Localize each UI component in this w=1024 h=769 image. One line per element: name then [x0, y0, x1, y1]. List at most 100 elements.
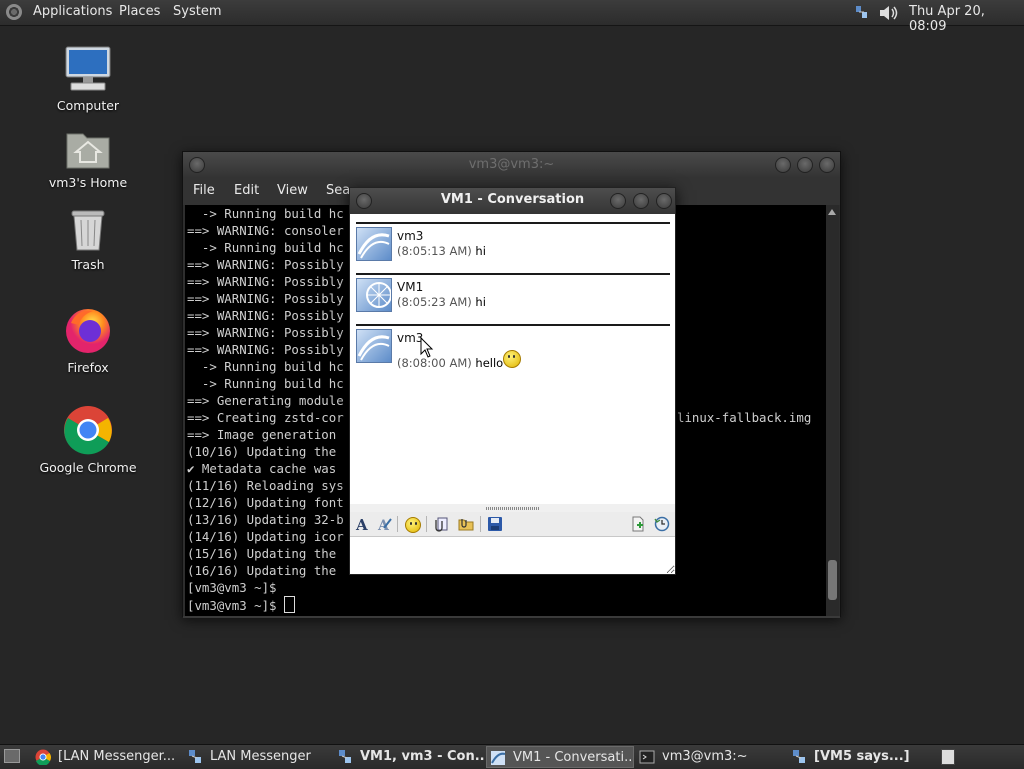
- terminal-line: -> Running build hc: [187, 359, 344, 374]
- menu-search[interactable]: Sea: [326, 183, 350, 198]
- show-desktop-icon[interactable]: [4, 749, 20, 763]
- history-icon[interactable]: [654, 516, 670, 532]
- svg-text:A: A: [377, 518, 390, 532]
- gnome-foot-icon[interactable]: [6, 4, 22, 20]
- desktop-icon-label: Google Chrome: [39, 460, 137, 475]
- terminal-line: (11/16) Reloading sys: [187, 478, 344, 493]
- home-folder-icon: [66, 133, 110, 169]
- terminal-line: (10/16) Updating the: [187, 444, 337, 459]
- taskbar: [LAN Messenger... LAN Messenger VM1, vm3…: [0, 744, 1024, 769]
- terminal-title: vm3@vm3:~: [468, 157, 555, 172]
- terminal-line: ==> WARNING: Possibly: [187, 291, 344, 306]
- message-input[interactable]: [350, 537, 675, 574]
- network-icon[interactable]: [855, 4, 869, 20]
- taskbar-item[interactable]: [VM5 says...]: [788, 746, 936, 768]
- smiley-emoticon-icon: [503, 350, 522, 368]
- terminal-line: (14/16) Updating icor: [187, 529, 344, 544]
- terminal-scrollbar[interactable]: [826, 205, 839, 616]
- conversation-window[interactable]: VM1 - Conversation vm3 (8:05:13 AM) hi V…: [349, 187, 676, 575]
- volume-icon[interactable]: [878, 4, 900, 22]
- chrome-icon: [64, 406, 112, 455]
- scrollbar-thumb[interactable]: [828, 560, 837, 600]
- clock[interactable]: Thu Apr 20, 08:09: [909, 4, 1024, 34]
- menu-edit[interactable]: Edit: [234, 183, 259, 198]
- terminal-line: ==> WARNING: Possibly: [187, 257, 344, 272]
- taskbar-item-label: VM1 - Conversati...: [513, 750, 634, 765]
- taskbar-item[interactable]: [LAN Messenger...: [32, 746, 182, 768]
- smiley-icon[interactable]: [405, 517, 421, 533]
- conversation-titlebar[interactable]: VM1 - Conversation: [350, 188, 675, 214]
- taskbar-item[interactable]: VM1, vm3 - Con...: [334, 746, 484, 768]
- font-color-icon[interactable]: A: [376, 516, 392, 532]
- maximize-button[interactable]: [797, 157, 813, 173]
- svg-text:A: A: [355, 516, 368, 532]
- desktop-trash[interactable]: Trash: [33, 208, 143, 272]
- input-splitter[interactable]: [350, 504, 675, 512]
- maximize-button[interactable]: [633, 193, 649, 209]
- terminal-line: -> Running build hc: [187, 376, 344, 391]
- terminal-line: -> Running build hc: [187, 206, 344, 221]
- taskbar-item[interactable]: LAN Messenger: [184, 746, 334, 768]
- message-time: (8:05:23 AM): [397, 295, 472, 309]
- close-button[interactable]: [819, 157, 835, 173]
- terminal-line: ==> WARNING: Possibly: [187, 274, 344, 289]
- terminal-line: ==> WARNING: Possibly: [187, 325, 344, 340]
- terminal-titlebar[interactable]: vm3@vm3:~: [183, 152, 840, 178]
- workspace-switcher[interactable]: [941, 749, 955, 765]
- font-icon[interactable]: A: [355, 516, 371, 532]
- desktop-computer[interactable]: Computer: [33, 45, 143, 113]
- close-button[interactable]: [656, 193, 672, 209]
- conversation-title: VM1 - Conversation: [440, 192, 585, 207]
- scroll-up-arrow-icon[interactable]: [828, 209, 836, 215]
- toolbar-separator: [480, 516, 481, 532]
- terminal-line-tail: linux-fallback.img: [677, 410, 812, 425]
- terminal-prompt: [vm3@vm3 ~]$: [187, 598, 284, 613]
- terminal-line: (12/16) Updating font: [187, 495, 344, 510]
- terminal-line: (13/16) Updating 32-b: [187, 512, 344, 527]
- terminal-line: ==> Creating zstd-cor: [187, 410, 344, 425]
- message: VM1 (8:05:23 AM) hi: [356, 273, 670, 323]
- avatar: [356, 329, 392, 363]
- window-bottom-border: [183, 616, 840, 618]
- menu-applications[interactable]: Applications: [33, 4, 112, 19]
- lan-messenger-icon: [793, 750, 805, 763]
- message: vm3 (8:05:13 AM) hi: [356, 222, 670, 272]
- attach-file-icon[interactable]: [433, 516, 449, 532]
- computer-icon: [65, 46, 111, 91]
- lan-messenger-icon: [491, 751, 506, 765]
- save-icon[interactable]: [487, 516, 503, 532]
- toolbar-separator: [397, 516, 398, 532]
- desktop-icon-label: vm3's Home: [48, 175, 128, 190]
- terminal-prompt-line: [vm3@vm3 ~]$: [187, 596, 295, 613]
- taskbar-item-active[interactable]: VM1 - Conversati...: [486, 746, 634, 768]
- terminal-icon: [639, 750, 655, 764]
- taskbar-item-label: VM1, vm3 - Con...: [360, 749, 484, 764]
- menu-places[interactable]: Places: [119, 4, 160, 19]
- message-text: hello: [475, 356, 504, 370]
- menu-system[interactable]: System: [173, 4, 221, 19]
- terminal-line: [vm3@vm3 ~]$: [187, 580, 277, 595]
- message-history[interactable]: vm3 (8:05:13 AM) hi VM1 (8:05:23 AM) hi …: [350, 214, 675, 504]
- taskbar-item-label: LAN Messenger: [210, 749, 311, 764]
- avatar: [356, 227, 392, 261]
- taskbar-item-label: [LAN Messenger...: [58, 749, 176, 764]
- menu-file[interactable]: File: [193, 183, 215, 198]
- minimize-button[interactable]: [775, 157, 791, 173]
- message-time: (8:08:00 AM): [397, 356, 472, 370]
- minimize-button[interactable]: [610, 193, 626, 209]
- firefox-icon: [66, 309, 110, 353]
- splitter-grip[interactable]: [486, 507, 540, 510]
- attach-folder-icon[interactable]: [458, 516, 474, 532]
- message: vm3 (8:08:00 AM) hello: [356, 324, 670, 374]
- desktop-home[interactable]: vm3's Home: [33, 128, 143, 190]
- terminal-line: ==> Image generation: [187, 427, 337, 442]
- desktop-icon-label: Computer: [56, 98, 120, 113]
- message-sender: vm3: [397, 229, 424, 243]
- taskbar-item[interactable]: vm3@vm3:~: [636, 746, 786, 768]
- desktop-firefox[interactable]: Firefox: [33, 305, 143, 375]
- file-transfer-icon[interactable]: [630, 516, 646, 532]
- desktop-chrome[interactable]: Google Chrome: [33, 405, 143, 475]
- menu-view[interactable]: View: [277, 183, 308, 198]
- toolbar-separator: [426, 516, 427, 532]
- message-text: hi: [475, 244, 486, 258]
